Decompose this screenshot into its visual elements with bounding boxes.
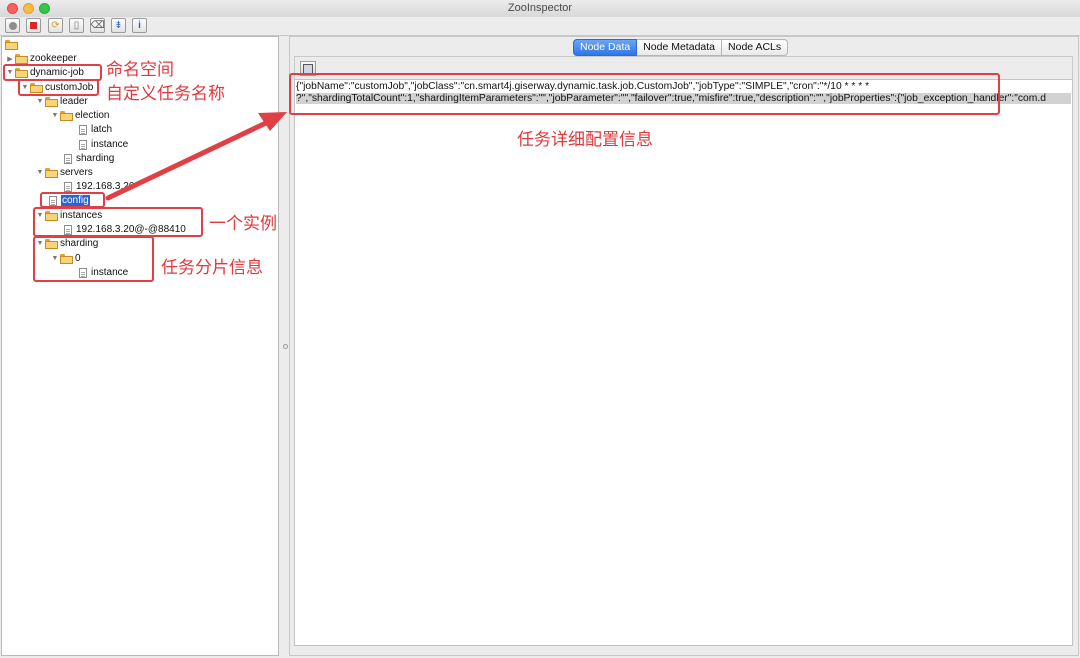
arrow-head [258, 112, 287, 131]
arrow-shaft [105, 119, 271, 201]
annotation-arrow [105, 112, 287, 201]
